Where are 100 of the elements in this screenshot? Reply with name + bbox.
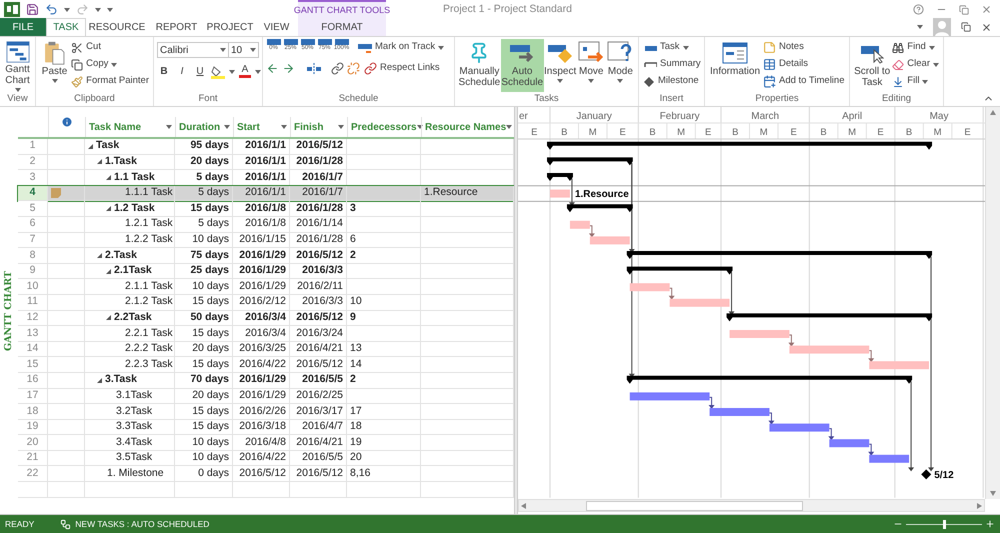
outline-toggle-icon[interactable] [97,159,102,164]
task-row[interactable]: 20 3.4Task 10 days 2016/4/8 2016/4/21 19 [18,435,514,451]
insert-milestone-button[interactable]: Milestone [642,73,702,90]
close-icon[interactable] [981,4,992,15]
task-bar[interactable] [769,424,830,432]
fill-button[interactable]: Fill [891,73,940,90]
clear-button[interactable]: Clear [891,56,940,73]
gantt-chart-button[interactable]: Gantt Chart [3,39,32,92]
horizontal-scrollbar[interactable] [518,499,985,512]
font-style-button[interactable]: B [157,64,171,79]
cut-button[interactable]: Cut [70,39,150,56]
scroll-right-icon[interactable] [977,502,982,508]
task-row[interactable]: 15 2.2.3 Task 15 days 2016/4/22 2016/5/12 14 [18,357,514,373]
outline-toggle-icon[interactable] [106,315,111,320]
zoom-in-icon[interactable] [985,519,995,529]
font-size-field[interactable]: 10 [229,42,259,58]
task-row[interactable]: 19 3.3Task 15 days 2016/3/18 2016/4/7 18 [18,420,514,436]
scroll-left-icon[interactable] [521,502,526,508]
task-bar[interactable] [829,439,870,448]
move-button[interactable]: Move [576,39,606,92]
scroll-up-icon[interactable] [990,110,996,115]
task-row[interactable]: 17 3.1Task 20 days 2016/1/29 2016/2/25 [18,388,514,404]
task-row[interactable]: 16 3.Task 70 days 2016/1/29 2016/5/5 2 [18,372,514,388]
ribbon-tab[interactable]: RESOURCE [86,18,148,36]
column-header[interactable]: Predecessors [347,117,421,137]
column-header[interactable]: Duration [175,117,233,137]
task-row[interactable]: 14 2.2.2 Task 20 days 2016/3/25 2016/4/21 13 [18,342,514,358]
mode-button[interactable]: Mode [606,39,635,92]
table-cell: 2 [347,372,421,388]
scroll-to-task-button[interactable]: Scroll to Task [853,39,892,92]
inspect-button[interactable]: Inspect [544,39,577,92]
manually-schedule-button[interactable]: Manually Schedule [458,39,501,92]
auto-schedule-button[interactable]: Auto Schedule [500,39,544,92]
ribbon-tab[interactable]: FILE [0,18,46,36]
outline-toggle-icon[interactable] [97,378,102,383]
outline-toggle-icon[interactable] [106,268,111,274]
ribbon-tab[interactable]: TASK [46,18,86,36]
format-painter-button[interactable]: Format Painter [70,73,150,90]
view-label: GANTT CHART [2,270,15,350]
help-icon[interactable] [913,4,924,15]
milestone-diamond[interactable] [921,469,932,480]
restore-icon[interactable] [961,22,971,32]
outline-toggle-icon[interactable] [88,144,93,149]
task-bar[interactable] [630,392,710,400]
add-to-timeline-button[interactable]: Add to Timeline [762,73,846,90]
respect-links-button[interactable]: Respect Links [363,60,441,77]
find-button[interactable]: Find [891,39,940,56]
paste-button[interactable]: Paste [39,39,70,92]
font-color-button[interactable]: A [239,65,251,78]
redo-icon[interactable] [76,3,89,16]
details-button[interactable]: Details [762,56,846,73]
task-row[interactable]: 1 Task 95 days 2016/1/1 2016/5/12 [18,139,514,155]
task-row[interactable]: 12 2.2Task 50 days 2016/3/4 2016/5/12 9 [18,310,514,326]
scroll-down-icon[interactable] [990,491,996,496]
insert-summary-button[interactable]: Summary [642,56,702,73]
copy-button[interactable]: Copy [70,56,150,73]
column-header[interactable]: Finish [290,117,347,137]
task-row[interactable]: 22 1. Milestone 0 days 2016/5/12 2016/5/12 8,16 [18,466,514,482]
ribbon-tab[interactable]: VIEW [255,18,298,36]
undo-icon[interactable] [45,3,58,16]
table-cell: 3 [347,201,421,216]
outline-toggle-icon[interactable] [97,252,102,258]
task-row[interactable]: 18 3.2Task 15 days 2016/2/26 2016/3/17 17 [18,404,514,420]
ribbon-tab[interactable]: REPORT [148,18,205,36]
column-header[interactable]: Task Name [85,117,175,137]
font-style-button[interactable]: U [193,64,207,79]
outline-toggle-icon[interactable] [106,174,111,180]
status-mode[interactable]: NEW TASKS : AUTO SCHEDULED [75,518,210,530]
mark-on-track-button[interactable]: Mark on Track [357,39,446,56]
font-style-button[interactable]: I [175,64,189,79]
task-row[interactable]: 11 2.1.2 Task 15 days 2016/2/12 2016/3/3 10 [18,294,514,311]
ribbon-tab[interactable]: FORMAT [298,18,386,36]
task-row[interactable]: 10 2.1.1 Task 10 days 2016/1/29 2016/2/11 [18,279,514,295]
note-icon [763,41,776,54]
task-bar[interactable] [869,454,910,463]
group-label: Schedule [338,93,380,106]
bar-arrow-icon [509,42,536,64]
task-row[interactable]: 2 1.Task 20 days 2016/1/1 2016/1/28 [18,154,514,170]
task-row[interactable]: 7 1.2.2 Task 10 days 2016/1/15 2016/1/28 6 [18,232,514,248]
zoom-slider-thumb[interactable] [942,520,946,528]
font-name-field[interactable]: Calibri [157,42,229,58]
save-icon[interactable] [26,3,39,16]
task-row[interactable]: 8 2.Task 75 days 2016/1/29 2016/5/12 2 [18,248,514,264]
paintbrush-icon [71,76,84,88]
task-row[interactable]: 9 2.1Task 25 days 2016/1/29 2016/3/3 [18,264,514,280]
close-icon[interactable] [981,22,992,32]
period-label: B [561,127,568,138]
restore-icon[interactable] [959,4,969,14]
notes-button[interactable]: Notes [762,39,846,56]
task-row[interactable]: 4 1.1.1 Task 5 days 2016/1/1 2016/1/7 1.Resource [18,186,514,202]
task-row[interactable]: 5 1.2 Task 15 days 2016/1/8 2016/1/28 3 [18,201,514,217]
information-button[interactable]: Information [708,39,762,92]
ribbon-tab[interactable]: PROJECT [205,18,255,36]
vertical-scrollbar[interactable] [985,107,1000,499]
task-row[interactable]: 21 3.5Task 10 days 2016/4/22 2016/5/5 20 [18,450,514,466]
outline-toggle-icon[interactable] [106,206,111,212]
task-row[interactable]: 13 2.2.1 Task 15 days 2016/3/4 2016/3/24 [18,326,514,342]
column-header[interactable]: Start [233,117,290,137]
insert-task-button[interactable]: Task [642,39,702,56]
task-row[interactable]: 6 1.2.1 Task 5 days 2016/1/8 2016/1/14 [18,216,514,233]
